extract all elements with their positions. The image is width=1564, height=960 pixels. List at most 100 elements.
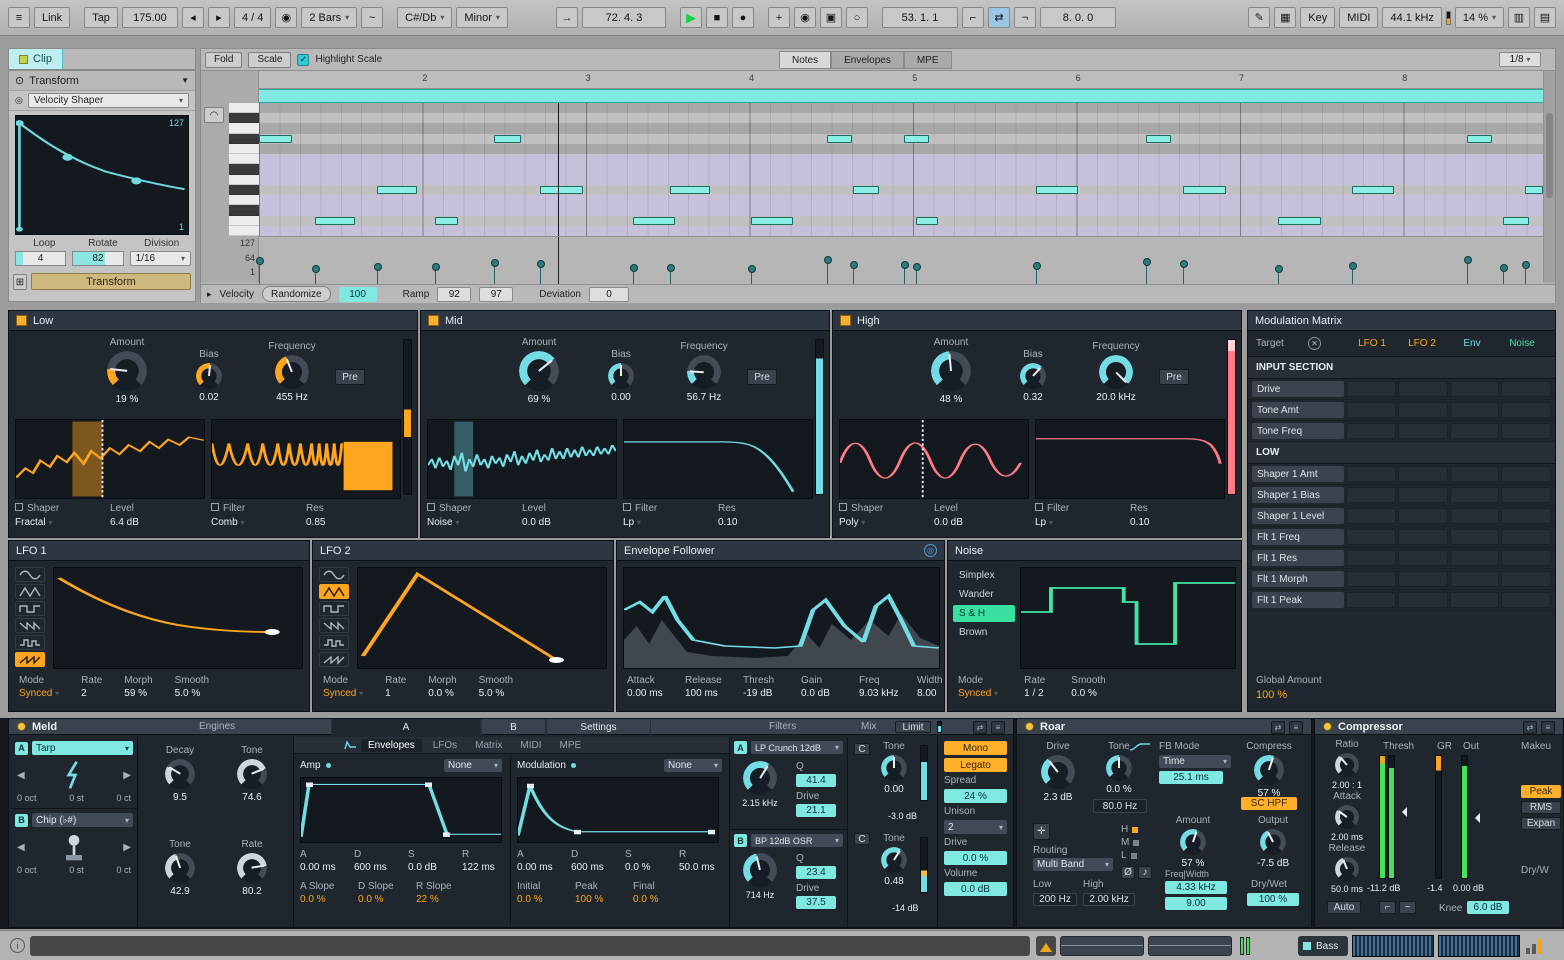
amount-knob[interactable] — [519, 351, 559, 391]
black-key[interactable] — [229, 134, 259, 144]
velocity-marker[interactable] — [540, 264, 541, 284]
filter-enable-checkbox[interactable] — [1035, 503, 1043, 511]
matrix-cell[interactable] — [1398, 508, 1448, 524]
matrix-cell[interactable] — [1501, 423, 1551, 439]
shaper-type-select[interactable]: Noise ▾ — [427, 517, 522, 528]
mix-a-tone-knob[interactable] — [881, 755, 907, 781]
param-value[interactable]: 50.0 ms — [679, 862, 723, 873]
mono-button[interactable]: Mono — [944, 741, 1007, 755]
param-value[interactable]: 0.00 ms — [517, 862, 561, 873]
matrix-cell[interactable] — [1398, 550, 1448, 566]
midi-note[interactable] — [853, 186, 879, 194]
matrix-cell[interactable] — [1346, 571, 1396, 587]
lfo2-mode-select[interactable]: Synced ▾ — [323, 688, 363, 699]
release-knob[interactable] — [1335, 857, 1359, 881]
highlight-scale-checkbox[interactable]: ✓ — [297, 54, 309, 66]
collapse-icon[interactable]: ▼ — [181, 76, 189, 85]
mix-a-crossover-button[interactable]: C — [854, 743, 870, 755]
subtab-mpe[interactable]: MPE — [553, 739, 589, 752]
lfo1-mode-select[interactable]: Synced ▾ — [19, 688, 59, 699]
midi-note[interactable] — [1503, 217, 1529, 225]
midi-note[interactable] — [1525, 186, 1543, 194]
info-icon[interactable]: i — [10, 938, 25, 953]
lfo2-rate-value[interactable]: 1 — [385, 688, 406, 699]
tap-tempo-button[interactable]: Tap — [84, 7, 118, 28]
nudge-down-icon[interactable]: ◂ — [182, 7, 204, 28]
bar-ruler[interactable]: 2345678 — [259, 71, 1543, 89]
midi-note[interactable] — [633, 217, 675, 225]
time-signature[interactable]: 4 / 4 — [234, 7, 271, 28]
subtab-envelopes[interactable]: Envelopes — [361, 739, 422, 752]
matrix-cell[interactable] — [1346, 529, 1396, 545]
amount-knob[interactable] — [931, 351, 971, 391]
filter-b-freq-knob[interactable] — [743, 853, 777, 887]
hot-swap-icon[interactable]: ⇄ — [1523, 721, 1537, 734]
param-value[interactable]: 0.00 ms — [627, 688, 671, 699]
matrix-cell[interactable] — [1450, 550, 1500, 566]
param-value[interactable]: 0.0 % — [625, 862, 669, 873]
filter-type-select[interactable]: Lp ▾ — [623, 517, 718, 528]
osc-b-engine-select[interactable]: Chip (♭#)▾ — [32, 813, 133, 827]
white-key[interactable] — [229, 144, 259, 154]
follow-icon[interactable]: → — [556, 7, 578, 28]
matrix-cell[interactable] — [1398, 381, 1448, 397]
matrix-cell[interactable] — [1346, 466, 1396, 482]
quantize-menu[interactable]: 2 Bars▾ — [301, 7, 357, 28]
tempo-display[interactable]: 175.00 — [122, 7, 178, 28]
session-record-icon[interactable]: ▣ — [820, 7, 842, 28]
tool-cycle-icon[interactable]: ◎ — [15, 95, 23, 106]
filter-display[interactable] — [623, 419, 813, 499]
band-h-toggle[interactable]: H — [1121, 824, 1128, 835]
noise-smooth-value[interactable]: 0.0 % — [1071, 688, 1105, 699]
matrix-row-label[interactable]: Tone Amt — [1252, 402, 1344, 418]
matrix-row-label[interactable]: Shaper 1 Level — [1252, 508, 1344, 524]
ramp-icon[interactable] — [15, 652, 45, 667]
midi-note[interactable] — [315, 217, 355, 225]
matrix-cell[interactable] — [1346, 423, 1396, 439]
randomize-amount[interactable]: 100 — [339, 287, 377, 302]
filter-a-freq-knob[interactable] — [743, 761, 777, 795]
midi-note[interactable] — [827, 135, 853, 143]
velocity-marker[interactable] — [1183, 264, 1184, 284]
sine-icon[interactable] — [319, 567, 349, 582]
matrix-cell[interactable] — [1346, 592, 1396, 608]
frequency-knob[interactable] — [687, 355, 721, 389]
band-enable-checkbox[interactable] — [16, 315, 27, 326]
loop-value[interactable]: 4 — [15, 251, 66, 266]
matrix-cell[interactable] — [1450, 571, 1500, 587]
level-value[interactable]: 6.4 dB — [110, 517, 205, 528]
black-key[interactable] — [229, 164, 259, 174]
matrix-cell[interactable] — [1501, 508, 1551, 524]
mix-a-gain-value[interactable]: -3.0 dB — [888, 811, 917, 821]
filter-b-drive-value[interactable]: 37.5 — [796, 896, 836, 909]
shaper-enable-checkbox[interactable] — [15, 503, 23, 511]
drywet-value[interactable]: 100 % — [1247, 893, 1299, 906]
grid-resolution[interactable]: 1/8 ▾ — [1499, 52, 1541, 67]
amount-knob[interactable] — [107, 351, 147, 391]
pre-button[interactable]: Pre — [1159, 369, 1189, 385]
randomize-button[interactable]: Randomize — [262, 286, 331, 302]
loop-start-display[interactable]: 53. 1. 1 — [882, 7, 958, 28]
vertical-scrollbar[interactable] — [1543, 71, 1555, 282]
deviation-value[interactable]: 0 — [589, 287, 629, 302]
midi-note[interactable] — [1183, 186, 1225, 194]
lane-selector-icon[interactable]: ▸ — [207, 289, 212, 300]
clip-waveform-thumbnail-2[interactable] — [1438, 935, 1520, 957]
device-options-icon[interactable]: ≡ — [991, 721, 1005, 734]
matrix-cell[interactable] — [1501, 381, 1551, 397]
mix-b-gain-value[interactable]: -14 dB — [892, 903, 919, 913]
matrix-cell[interactable] — [1398, 571, 1448, 587]
midi-note[interactable] — [670, 186, 710, 194]
matrix-row-label[interactable]: Flt 1 Peak — [1252, 592, 1344, 608]
shaper-display[interactable] — [427, 419, 617, 499]
velocity-marker[interactable] — [751, 269, 752, 284]
matrix-row-label[interactable]: Shaper 1 Bias — [1252, 487, 1344, 503]
bias-knob[interactable] — [608, 363, 634, 389]
level-value[interactable]: 0.0 dB — [934, 517, 1029, 528]
velocity-marker[interactable] — [670, 268, 671, 284]
lfo2-display[interactable] — [357, 567, 607, 669]
scale-name-select[interactable]: Minor▾ — [456, 7, 508, 28]
noise-type-item[interactable]: S & H — [953, 605, 1015, 622]
arrangement-position[interactable]: 72. 4. 3 — [582, 7, 666, 28]
band-m-toggle[interactable]: M — [1121, 837, 1129, 848]
